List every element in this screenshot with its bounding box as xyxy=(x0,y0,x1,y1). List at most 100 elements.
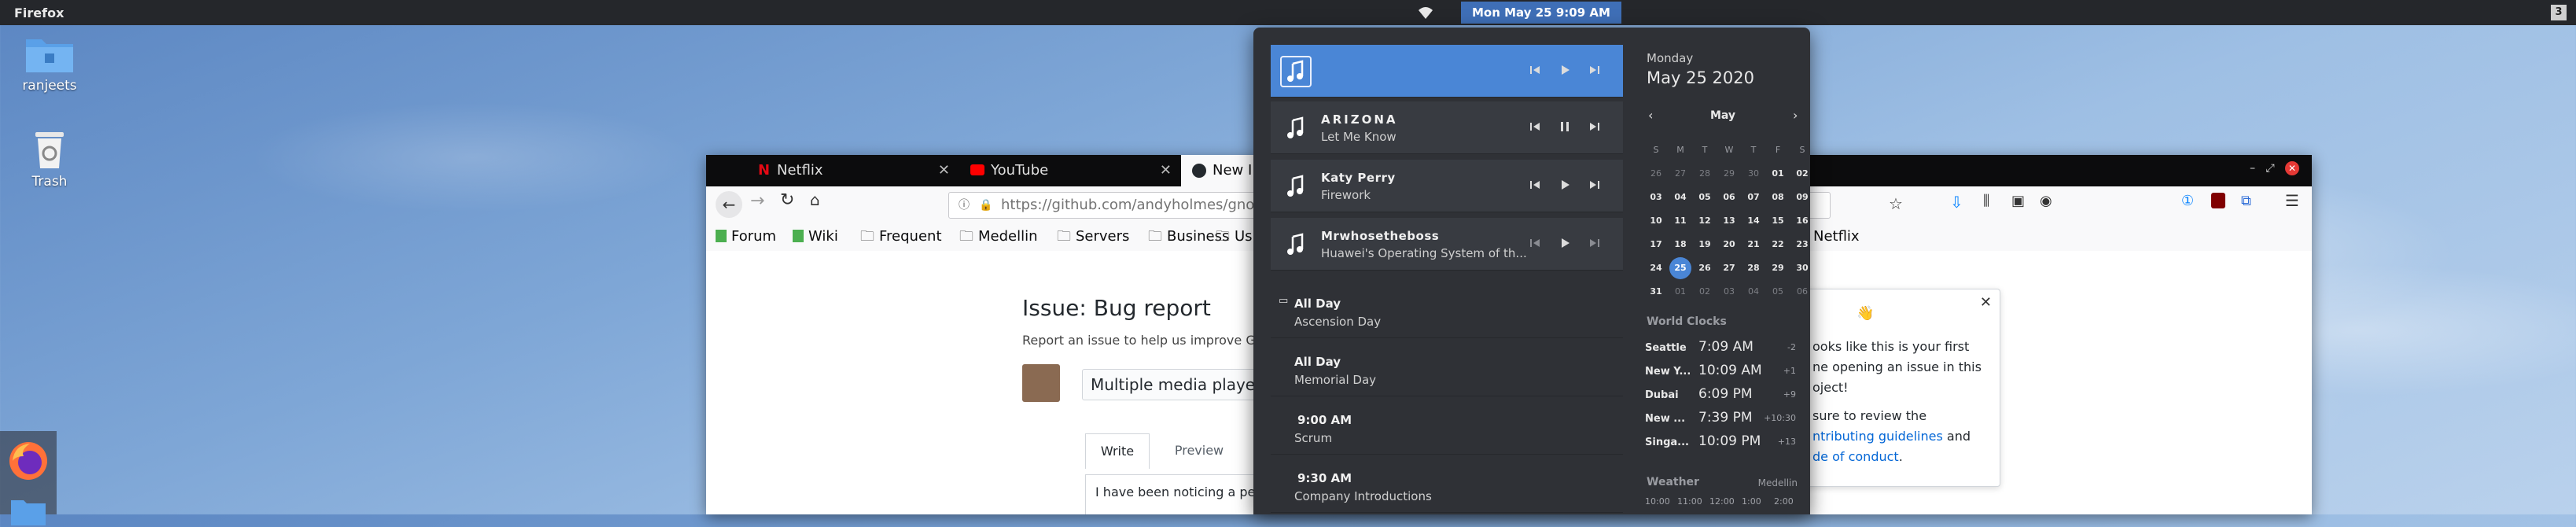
calendar-day[interactable]: 30 xyxy=(1791,257,1810,279)
tab-write[interactable]: Write xyxy=(1085,433,1150,469)
media-player[interactable]: ARIZONA Let Me Know xyxy=(1271,101,1623,154)
calendar-day[interactable]: 29 xyxy=(1767,257,1789,279)
calendar-day[interactable]: 18 xyxy=(1669,234,1691,256)
calendar-day[interactable]: 22 xyxy=(1767,234,1789,256)
calendar-day[interactable]: 02 xyxy=(1694,281,1716,303)
maximize-icon[interactable]: ⤢ xyxy=(2265,162,2274,175)
play-icon[interactable] xyxy=(1557,177,1573,193)
bookmark-folder-servers[interactable]: 🗀 Servers xyxy=(1057,223,1129,251)
world-clocks-heading[interactable]: World Clocks xyxy=(1647,315,1727,328)
bookmark-folder-medellin[interactable]: 🗀 Medellin xyxy=(959,223,1038,251)
calendar-day[interactable]: 19 xyxy=(1694,234,1716,256)
previous-track-icon[interactable] xyxy=(1527,177,1543,193)
calendar-day[interactable]: 20 xyxy=(1718,234,1740,256)
calendar-day[interactable]: 25 xyxy=(1669,257,1691,279)
calendar-day[interactable]: 13 xyxy=(1718,210,1740,232)
calendar-day[interactable]: 06 xyxy=(1718,186,1740,208)
bookmark-star-icon[interactable]: ☆ xyxy=(1889,194,1903,213)
calendar-day[interactable]: 17 xyxy=(1645,234,1667,256)
downloads-icon[interactable]: ⇩ xyxy=(1950,193,1963,212)
firefox-icon[interactable] xyxy=(6,439,50,483)
calendar-event[interactable]: ▭ All Day Ascension Day xyxy=(1271,281,1623,338)
tab-netflix[interactable]: N Netflix ✕ xyxy=(747,155,958,186)
calendar-day[interactable]: 24 xyxy=(1645,257,1667,279)
calendar-day[interactable]: 15 xyxy=(1767,210,1789,232)
calendar-day[interactable]: 30 xyxy=(1742,163,1765,185)
close-window-icon[interactable]: ✕ xyxy=(2285,161,2299,175)
previous-track-icon[interactable] xyxy=(1527,235,1543,251)
tab-youtube[interactable]: YouTube ✕ xyxy=(959,155,1179,186)
media-player[interactable] xyxy=(1271,45,1623,98)
library-icon[interactable]: ⫼ xyxy=(1983,193,1989,209)
next-month-icon[interactable]: › xyxy=(1793,108,1798,123)
calendar-day[interactable]: 04 xyxy=(1669,186,1691,208)
calendar-day[interactable]: 27 xyxy=(1718,257,1740,279)
calendar-day[interactable]: 29 xyxy=(1718,163,1740,185)
tab-preview[interactable]: Preview xyxy=(1164,433,1235,468)
forward-icon[interactable]: → xyxy=(750,191,764,211)
site-info-icon[interactable]: ⓘ xyxy=(959,193,970,218)
sidebar-icon[interactable]: ▣ xyxy=(2011,193,2025,209)
calendar-day[interactable]: 09 xyxy=(1791,186,1810,208)
minimize-icon[interactable]: – xyxy=(2250,162,2255,175)
calendar-day[interactable]: 03 xyxy=(1645,186,1667,208)
code-of-conduct-link[interactable]: de of conduct xyxy=(1812,449,1899,464)
next-track-icon[interactable] xyxy=(1587,235,1603,251)
calendar-day[interactable]: 08 xyxy=(1767,186,1789,208)
close-tab-icon[interactable]: ✕ xyxy=(1160,155,1172,186)
calendar-event[interactable]: 9:30 AM Company Introductions xyxy=(1271,455,1623,513)
next-track-icon[interactable] xyxy=(1587,62,1603,78)
calendar-day[interactable]: 21 xyxy=(1742,234,1765,256)
bookmark-wiki[interactable]: Wiki xyxy=(793,223,838,251)
calendar-day[interactable]: 27 xyxy=(1669,163,1691,185)
workspace-indicator[interactable]: 3 xyxy=(2551,5,2567,20)
extension-icon[interactable]: ⧉ xyxy=(2241,193,2251,209)
calendar-day[interactable]: 12 xyxy=(1694,210,1716,232)
media-player[interactable]: Mrwhosetheboss Huawei's Operating System… xyxy=(1271,218,1623,271)
bookmark-folder-us[interactable]: 🗀 Us xyxy=(1216,223,1253,251)
next-track-icon[interactable] xyxy=(1587,119,1603,135)
bookmark-netflix[interactable]: Netflix xyxy=(1813,223,1860,251)
calendar-day[interactable]: 05 xyxy=(1694,186,1716,208)
home-icon[interactable]: ⌂ xyxy=(810,190,820,209)
previous-track-icon[interactable] xyxy=(1527,62,1543,78)
ublock-icon[interactable] xyxy=(2211,193,2225,208)
calendar-day[interactable]: 04 xyxy=(1742,281,1765,303)
media-player[interactable]: Katy Perry Firework xyxy=(1271,160,1623,212)
calendar-day[interactable]: 26 xyxy=(1694,257,1716,279)
calendar-day[interactable]: 05 xyxy=(1767,281,1789,303)
calendar-day[interactable]: 01 xyxy=(1767,163,1789,185)
back-icon[interactable]: ← xyxy=(716,191,742,218)
calendar-day[interactable]: 14 xyxy=(1742,210,1765,232)
calendar-day[interactable]: 16 xyxy=(1791,210,1810,232)
calendar-day[interactable]: 23 xyxy=(1791,234,1810,256)
active-app-name[interactable]: Firefox xyxy=(14,6,64,20)
trash-desktop-icon[interactable]: Trash xyxy=(6,126,93,190)
calendar-event[interactable]: 9:00 AM Scrum xyxy=(1271,397,1623,455)
close-tab-icon[interactable]: ✕ xyxy=(938,155,950,186)
play-icon[interactable] xyxy=(1557,235,1573,251)
network-icon[interactable] xyxy=(1417,5,1434,20)
calendar-day[interactable]: 10 xyxy=(1645,210,1667,232)
calendar-day[interactable]: 26 xyxy=(1645,163,1667,185)
calendar-day[interactable]: 11 xyxy=(1669,210,1691,232)
weather-heading[interactable]: Weather xyxy=(1647,476,1699,488)
calendar-day[interactable]: 28 xyxy=(1694,163,1716,185)
calendar-day[interactable]: 02 xyxy=(1791,163,1810,185)
previous-track-icon[interactable] xyxy=(1527,119,1543,135)
calendar-day[interactable]: 06 xyxy=(1791,281,1810,303)
contributing-guidelines-link[interactable]: ntributing guidelines xyxy=(1812,429,1943,444)
calendar-day[interactable]: 28 xyxy=(1742,257,1765,279)
account-icon[interactable]: ◉ xyxy=(2040,193,2052,209)
bookmark-forum[interactable]: Forum xyxy=(716,223,776,251)
play-icon[interactable] xyxy=(1557,62,1573,78)
calendar-day[interactable]: 07 xyxy=(1742,186,1765,208)
next-track-icon[interactable] xyxy=(1587,177,1603,193)
date-time-button[interactable]: Mon May 25 9:09 AM xyxy=(1461,2,1621,24)
files-icon[interactable] xyxy=(9,496,47,527)
home-folder-desktop-icon[interactable]: ranjeets xyxy=(6,33,93,94)
reload-icon[interactable]: ↻ xyxy=(780,190,794,210)
calendar-day[interactable]: 01 xyxy=(1669,281,1691,303)
menu-icon[interactable]: ☰ xyxy=(2285,191,2299,210)
pause-icon[interactable] xyxy=(1557,119,1573,135)
